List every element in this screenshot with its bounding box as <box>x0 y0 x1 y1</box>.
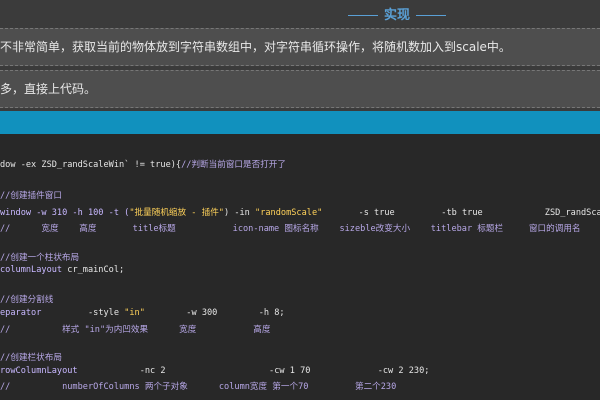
code-line-1: dow -ex ZSD_randScaleWin` != true){//判断当… <box>0 158 286 170</box>
code-line-3: window -w 310 -h 100 -t ("批量随机缩放 - 插件") … <box>0 206 600 218</box>
note-text-1: 不非常简单，获取当前的物体放到字符串数组中，对字符串循环操作，将随机数加入到sc… <box>0 40 511 54</box>
code-text: -style <box>41 308 125 318</box>
code-line-10: //创建栏状布局 <box>0 353 62 363</box>
description-note-2: 多，直接上代码。 <box>0 70 600 108</box>
code-line-4: // 宽度 高度 title标题 icon-name 图标名称 sizeble改… <box>0 224 581 234</box>
note-text-2: 多，直接上代码。 <box>0 82 97 96</box>
code-text: -s true -tb true ZSD_randScaleWin; <box>358 208 600 218</box>
code-string: "批量随机缩放 - 插件" <box>129 208 224 218</box>
code-line-11: rowColumnLayout -nc 2 -cw 1 70 -cw 2 230… <box>0 366 429 376</box>
code-text: dow -ex ZSD_randScaleWin` != true){ <box>0 160 182 170</box>
heading-left-rule <box>348 15 378 16</box>
code-line-7: //创建分割线 <box>0 295 54 305</box>
code-text: cr_mainCol; <box>62 265 125 275</box>
code-string: "in" <box>124 308 145 318</box>
section-heading: 实现 <box>342 4 452 23</box>
code-text: -nc 2 -cw 1 70 -cw 2 230; <box>77 366 430 376</box>
code-string: "randomScale" <box>255 208 323 218</box>
description-note-1: 不非常简单，获取当前的物体放到字符串数组中，对字符串循环操作，将随机数加入到sc… <box>0 28 600 66</box>
code-keyword: eparator <box>0 308 42 318</box>
code-keyword: rowColumnLayout <box>0 366 78 376</box>
code-keyword: columnLayout <box>0 265 63 275</box>
top-bar: 实现 <box>0 0 600 26</box>
heading-text: 实现 <box>384 8 411 23</box>
code-text: ) -in <box>223 208 256 218</box>
code-line-8: eparator -style "in" -w 300 -h 8; <box>0 308 285 318</box>
code-line-6: columnLayout cr_mainCol; <box>0 265 124 275</box>
heading-right-rule <box>416 15 447 16</box>
code-text: -w 300 -h 8; <box>144 308 285 318</box>
code-line-2: //创建插件窗口 <box>0 191 62 201</box>
code-keyword: window -w 310 -h 100 -t ( <box>0 208 130 218</box>
code-line-9: // 样式 "in"为内凹效果 宽度 高度 <box>0 325 271 335</box>
code-block-header <box>0 111 600 134</box>
code-line-5: //创建一个柱状布局 <box>0 253 80 263</box>
code-block: dow -ex ZSD_randScaleWin` != true){//判断当… <box>0 134 600 400</box>
code-line-12: // numberOfColumns 两个子对象 column宽度 第一个70 … <box>0 382 397 392</box>
code-comment: //判断当前窗口是否打开了 <box>181 160 286 170</box>
